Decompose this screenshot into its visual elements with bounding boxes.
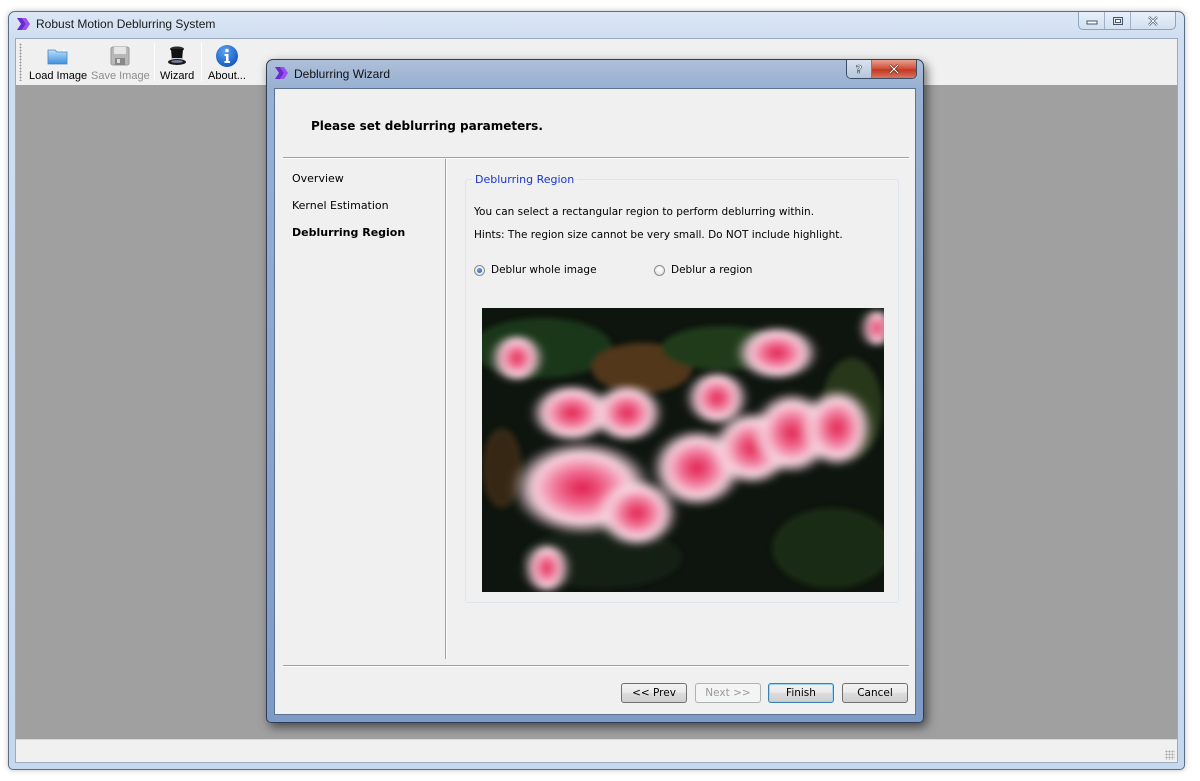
info-icon <box>215 45 238 67</box>
toolbar-grip[interactable] <box>19 43 22 81</box>
next-button[interactable]: Next >> <box>695 683 761 703</box>
finish-button[interactable]: Finish <box>768 683 834 703</box>
group-title: Deblurring Region <box>472 173 578 186</box>
step-deblurring-region: Deblurring Region <box>292 226 406 239</box>
header-divider <box>283 157 909 159</box>
deblurring-region-group: Deblurring Region You can select a recta… <box>465 173 899 603</box>
folder-icon <box>47 48 68 65</box>
resize-grip[interactable] <box>1165 750 1175 760</box>
dialog-titlebar[interactable]: Deblurring Wizard ? <box>267 60 923 86</box>
wizard-button[interactable]: Wizard <box>160 41 194 83</box>
restore-icon <box>1112 16 1123 25</box>
image-preview[interactable] <box>482 308 884 592</box>
minimize-button[interactable] <box>1079 12 1105 29</box>
caption-buttons <box>1078 12 1176 30</box>
close-icon <box>1148 15 1158 26</box>
main-titlebar[interactable]: Robust Motion Deblurring System <box>9 12 1184 38</box>
page-heading: Please set deblurring parameters. <box>311 119 543 133</box>
minimize-icon <box>1086 20 1097 24</box>
save-image-label: Save Image <box>91 70 150 82</box>
floppy-disk-icon <box>110 46 130 66</box>
status-bar <box>16 739 1177 762</box>
dialog-close-button[interactable] <box>872 60 916 78</box>
question-mark-icon: ? <box>856 63 863 75</box>
deblur-whole-image-radio[interactable]: Deblur whole image <box>474 264 597 276</box>
deblur-region-label: Deblur a region <box>671 264 753 276</box>
steps-divider <box>445 159 447 659</box>
radio-unchecked-icon <box>654 264 665 276</box>
close-button[interactable] <box>1131 12 1175 29</box>
prev-button[interactable]: << Prev <box>621 683 687 703</box>
app-chevron-icon <box>275 67 288 79</box>
close-icon <box>889 64 899 74</box>
magic-hat-icon <box>168 46 187 65</box>
blurred-flower-image <box>482 308 884 592</box>
help-button[interactable]: ? <box>847 60 872 78</box>
load-image-button[interactable]: Load Image <box>29 41 87 83</box>
load-image-label: Load Image <box>29 70 88 82</box>
deblurring-wizard-dialog: Deblurring Wizard ? Please set deblurrin… <box>266 59 924 723</box>
about-button[interactable]: About... <box>208 41 246 83</box>
cancel-button[interactable]: Cancel <box>842 683 908 703</box>
dialog-title: Deblurring Wizard <box>294 67 391 81</box>
step-overview: Overview <box>292 172 344 185</box>
toolbar-separator <box>201 43 202 81</box>
restore-button[interactable] <box>1105 12 1131 29</box>
deblur-whole-image-label: Deblur whole image <box>491 264 597 276</box>
svg-text:?: ? <box>856 63 862 75</box>
save-image-button[interactable]: Save Image <box>91 41 150 83</box>
dialog-client-area: Please set deblurring parameters. Overvi… <box>274 88 916 715</box>
region-description: You can select a rectangular region to p… <box>474 206 815 218</box>
region-hint: Hints: The region size cannot be very sm… <box>474 229 843 241</box>
step-kernel-estimation: Kernel Estimation <box>292 199 389 212</box>
window-title: Robust Motion Deblurring System <box>36 17 216 31</box>
about-label: About... <box>208 70 246 82</box>
radio-checked-icon <box>474 264 485 276</box>
deblur-region-radio[interactable]: Deblur a region <box>654 264 752 276</box>
footer-divider <box>283 665 909 667</box>
app-chevron-icon <box>17 18 30 30</box>
toolbar-separator <box>154 43 155 81</box>
wizard-label: Wizard <box>160 70 195 82</box>
dialog-caption-buttons: ? <box>846 60 917 79</box>
